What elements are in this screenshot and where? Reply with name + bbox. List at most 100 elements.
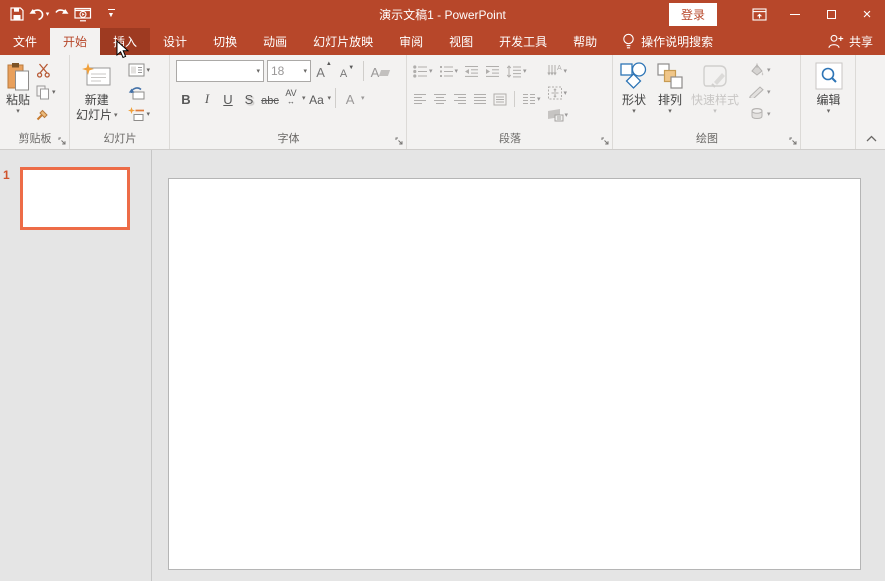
copy-dropdown-icon[interactable]: ▾ (52, 89, 56, 96)
slideshow-from-start-button[interactable] (72, 2, 94, 26)
change-case-dropdown-icon[interactable]: ▾ (328, 95, 332, 102)
font-name-dropdown-icon[interactable]: ▾ (256, 68, 260, 75)
smartart-dropdown-icon[interactable]: ▾ (565, 112, 569, 119)
numbering-button[interactable]: ▾ (437, 61, 461, 81)
shape-fill-dropdown-icon[interactable]: ▾ (767, 67, 771, 74)
paste-button[interactable]: 粘贴 ▾ (2, 57, 34, 115)
undo-dropdown-icon[interactable]: ▾ (46, 10, 50, 18)
distribute-text-button[interactable] (491, 89, 509, 109)
tab-insert[interactable]: 插入 (100, 28, 151, 55)
numbering-dropdown-icon[interactable]: ▾ (455, 68, 459, 75)
bullets-dropdown-icon[interactable]: ▾ (429, 68, 433, 75)
shape-outline-button[interactable]: ▾ (747, 83, 773, 101)
align-text-button[interactable]: ▾ (545, 83, 571, 103)
font-color-dropdown-icon[interactable]: ▾ (361, 95, 365, 102)
shape-effects-button[interactable]: ▾ (747, 105, 773, 123)
quick-styles-button[interactable]: 快速样式 ▾ (687, 57, 743, 115)
sign-in-button[interactable]: 登录 (668, 2, 717, 26)
copy-button[interactable]: ▾ (34, 83, 58, 101)
tab-slide-show[interactable]: 幻灯片放映 (300, 28, 386, 55)
ribbon-display-options-button[interactable] (741, 0, 777, 28)
slide-layout-button[interactable]: ▾ (126, 61, 153, 79)
clipboard-dialog-launcher[interactable] (58, 137, 67, 146)
align-right-button[interactable] (451, 89, 469, 109)
character-spacing-dropdown-icon[interactable]: ▾ (302, 95, 306, 102)
convert-to-smartart-button[interactable]: ▾ (545, 105, 571, 125)
reset-slide-button[interactable] (126, 83, 153, 101)
line-spacing-dropdown-icon[interactable]: ▾ (523, 68, 527, 75)
bold-button[interactable]: B (176, 87, 196, 109)
quick-styles-dropdown-icon[interactable]: ▾ (713, 108, 717, 115)
columns-dropdown-icon[interactable]: ▾ (537, 96, 541, 103)
increase-indent-button[interactable] (483, 61, 502, 81)
shape-effects-icon (749, 107, 765, 121)
section-button[interactable]: ▾ (126, 105, 153, 123)
align-text-dropdown-icon[interactable]: ▾ (564, 90, 568, 97)
collapse-ribbon-button[interactable] (866, 135, 877, 142)
tab-review[interactable]: 审阅 (386, 28, 436, 55)
justify-button[interactable] (471, 89, 489, 109)
tab-help[interactable]: 帮助 (560, 28, 610, 55)
cut-button[interactable] (34, 61, 58, 79)
font-color-button[interactable]: A (340, 87, 360, 109)
line-spacing-button[interactable]: ▾ (504, 61, 529, 81)
close-button[interactable]: × (849, 0, 885, 28)
tab-transitions[interactable]: 切换 (200, 28, 250, 55)
font-dialog-launcher[interactable] (395, 137, 404, 146)
editing-dropdown-icon[interactable]: ▾ (827, 108, 831, 115)
tab-home[interactable]: 开始 (50, 28, 101, 55)
clear-formatting-button[interactable]: A (370, 60, 391, 82)
customize-qat-button[interactable]: ▼ (100, 2, 122, 26)
character-spacing-button[interactable]: AV ↔ (281, 87, 301, 109)
minimize-button[interactable] (777, 0, 813, 28)
layout-dropdown-icon[interactable]: ▾ (147, 67, 151, 74)
save-button[interactable] (6, 2, 28, 26)
share-button[interactable]: 共享 (815, 28, 885, 55)
change-case-button[interactable]: Aa (307, 87, 327, 109)
shape-outline-dropdown-icon[interactable]: ▾ (767, 89, 771, 96)
increase-font-size-button[interactable]: A ▲ (314, 60, 334, 82)
drawing-dialog-launcher[interactable] (789, 137, 798, 146)
font-size-dropdown-icon[interactable]: ▾ (303, 68, 307, 75)
tab-view[interactable]: 视图 (436, 28, 486, 55)
decrease-indent-button[interactable] (462, 61, 481, 81)
slide-thumbnail-panel[interactable]: 1 (0, 150, 152, 581)
tab-animations[interactable]: 动画 (250, 28, 300, 55)
save-icon (10, 7, 24, 21)
paste-dropdown-icon[interactable]: ▾ (16, 108, 20, 115)
shape-fill-button[interactable]: ▾ (747, 61, 773, 79)
format-painter-button[interactable] (34, 105, 58, 123)
tab-design[interactable]: 设计 (150, 28, 200, 55)
decrease-font-size-button[interactable]: A ▼ (337, 60, 357, 82)
font-size-combo[interactable]: 18 ▾ (267, 60, 311, 82)
italic-button[interactable]: I (197, 87, 217, 109)
bullets-button[interactable]: ▾ (411, 61, 435, 81)
tell-me-search[interactable]: 操作说明搜索 (614, 28, 721, 55)
align-left-button[interactable] (411, 89, 429, 109)
slide-canvas[interactable] (168, 178, 861, 570)
text-shadow-button[interactable]: S (239, 87, 259, 109)
text-direction-dropdown-icon[interactable]: ▾ (564, 68, 568, 75)
slide-thumbnail[interactable] (20, 167, 130, 230)
paragraph-dialog-launcher[interactable] (601, 137, 610, 146)
strikethrough-button[interactable]: abc (260, 87, 280, 109)
maximize-button[interactable] (813, 0, 849, 28)
new-slide-button[interactable]: 新建 幻灯片 ▾ (72, 57, 122, 123)
shape-effects-dropdown-icon[interactable]: ▾ (767, 111, 771, 118)
shapes-dropdown-icon[interactable]: ▾ (632, 108, 636, 115)
undo-button[interactable]: ▾ (28, 2, 50, 26)
font-name-combo[interactable]: ▾ (176, 60, 264, 82)
tab-developer[interactable]: 开发工具 (486, 28, 560, 55)
columns-button[interactable]: ▾ (520, 89, 543, 109)
editing-button[interactable]: 编辑 ▾ (811, 57, 847, 115)
redo-button[interactable] (50, 2, 72, 26)
text-direction-button[interactable]: A ▾ (545, 61, 571, 81)
underline-button[interactable]: U (218, 87, 238, 109)
new-slide-dropdown-icon[interactable]: ▾ (114, 112, 118, 119)
section-dropdown-icon[interactable]: ▾ (147, 111, 151, 118)
shapes-button[interactable]: 形状 ▾ (615, 57, 653, 115)
tab-file[interactable]: 文件 (0, 28, 50, 55)
arrange-dropdown-icon[interactable]: ▾ (668, 108, 672, 115)
arrange-button[interactable]: 排列 ▾ (653, 57, 687, 115)
align-center-button[interactable] (431, 89, 449, 109)
